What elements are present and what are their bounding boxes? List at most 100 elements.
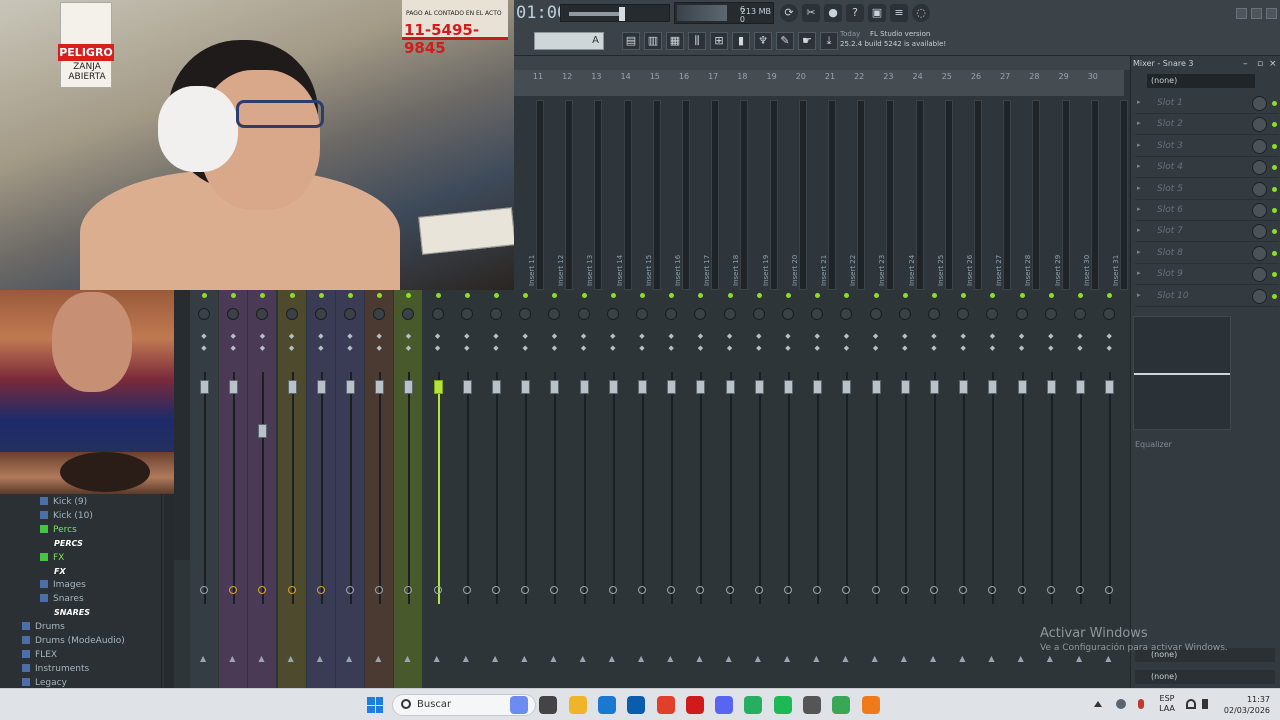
stereo-arrows-icon[interactable]: ◆ <box>1104 342 1114 354</box>
route-dot[interactable] <box>608 586 617 594</box>
insert-strip-track[interactable] <box>565 100 574 290</box>
send-arrow-icon[interactable]: ▲ <box>667 654 673 663</box>
insert-strip-track[interactable] <box>623 100 632 290</box>
plugin-icon[interactable]: ♆ <box>754 32 772 50</box>
volume-fader[interactable] <box>638 380 647 394</box>
volume-fader[interactable] <box>287 380 297 394</box>
route-dot[interactable] <box>638 586 646 594</box>
volume-fader[interactable] <box>579 380 589 394</box>
volume-fader[interactable] <box>375 380 385 394</box>
browser-item[interactable]: Images <box>40 578 86 592</box>
volume-fader[interactable] <box>959 380 969 394</box>
stereo-arrows-icon[interactable]: ◆ <box>666 342 676 354</box>
send-arrow-icon[interactable]: ▲ <box>842 654 848 663</box>
volume-fader[interactable] <box>813 380 823 394</box>
volume-fader[interactable] <box>900 380 910 394</box>
send-arrow-icon[interactable]: ▲ <box>930 654 936 663</box>
slot-enable-led[interactable] <box>1272 143 1277 149</box>
stereo-arrows-icon[interactable]: ◆ <box>1017 342 1027 354</box>
snap-selector[interactable]: A <box>534 32 604 50</box>
browser-item[interactable]: Instruments <box>22 662 89 676</box>
route-dot[interactable] <box>316 586 325 594</box>
insert-strip-track[interactable] <box>594 100 603 290</box>
stereo-arrows-icon[interactable]: ◆ <box>958 342 968 354</box>
stereo-arrows-icon[interactable]: ◆ <box>725 342 735 354</box>
browser-item[interactable]: Drums <box>22 620 65 634</box>
effect-slot[interactable]: ▸ Slot 7 <box>1135 222 1279 243</box>
app-window-icon[interactable] <box>803 696 821 714</box>
pan-knob[interactable] <box>1074 308 1086 320</box>
browser-item[interactable]: PERCS <box>54 537 83 551</box>
volume-fader[interactable] <box>1105 380 1115 394</box>
slot-mix-knob[interactable] <box>1252 160 1267 176</box>
route-dot[interactable] <box>346 586 354 594</box>
insert-strip-track[interactable] <box>944 100 953 290</box>
minimize-icon[interactable]: – <box>1243 59 1248 69</box>
stereo-arrows-icon[interactable]: ◆ <box>987 330 997 342</box>
channel-led[interactable] <box>1019 293 1025 298</box>
slot-enable-led[interactable] <box>1272 186 1277 192</box>
route-dot[interactable] <box>871 586 880 594</box>
volume-fader[interactable] <box>930 380 939 394</box>
chrome-icon[interactable] <box>832 696 851 714</box>
stereo-arrows-icon[interactable]: ◆ <box>287 330 297 342</box>
route-dot[interactable] <box>579 586 588 594</box>
send-arrow-icon[interactable]: ▲ <box>696 654 702 663</box>
volume-fader[interactable] <box>842 380 852 394</box>
stereo-arrows-icon[interactable]: ◆ <box>491 342 501 354</box>
slot-enable-led[interactable] <box>1272 122 1277 128</box>
effect-slot[interactable]: ▸ Slot 2 <box>1135 115 1279 136</box>
stereo-arrows-icon[interactable]: ◆ <box>345 342 355 354</box>
outlook-icon[interactable] <box>627 696 646 714</box>
volume-fader[interactable] <box>725 380 735 394</box>
browser-item[interactable]: Drums (ModeAudio) <box>22 634 125 648</box>
insert-strip-track[interactable] <box>769 100 778 290</box>
volume-fader[interactable] <box>754 380 764 394</box>
brave-icon[interactable] <box>656 696 675 714</box>
playlist-icon[interactable]: ▤ <box>622 32 640 50</box>
browser-item[interactable]: FLEX <box>22 648 57 662</box>
channel-led[interactable] <box>435 293 441 298</box>
send-arrow-icon[interactable]: ▲ <box>492 654 498 663</box>
stereo-arrows-icon[interactable]: ◆ <box>871 330 881 342</box>
send-arrow-icon[interactable]: ▲ <box>288 654 294 663</box>
insert-strip-track[interactable] <box>1003 100 1012 290</box>
stereo-arrows-icon[interactable]: ◆ <box>199 330 209 342</box>
slot-mix-knob[interactable] <box>1252 267 1267 283</box>
clock[interactable]: 11:37 02/03/2026 <box>1220 694 1270 716</box>
route-dot[interactable] <box>492 586 500 594</box>
volume-fader[interactable] <box>988 380 998 394</box>
stereo-arrows-icon[interactable]: ◆ <box>841 330 851 342</box>
stereo-arrows-icon[interactable]: ◆ <box>579 342 589 354</box>
send-arrow-icon[interactable]: ▲ <box>1076 654 1082 663</box>
send-arrow-icon[interactable]: ▲ <box>638 654 644 663</box>
insert-strip-track[interactable] <box>1032 100 1041 290</box>
pan-knob[interactable] <box>1044 308 1057 320</box>
slot-enable-led[interactable] <box>1272 165 1277 171</box>
file-explorer-icon[interactable] <box>568 696 587 714</box>
send-arrow-icon[interactable]: ▲ <box>229 654 235 663</box>
mixer-icon[interactable]: ≡ <box>890 4 908 22</box>
stereo-arrows-icon[interactable]: ◆ <box>228 330 238 342</box>
channel-led[interactable] <box>494 293 499 298</box>
browser-item[interactable]: Kick (10) <box>40 509 93 523</box>
send-arrow-icon[interactable]: ▲ <box>346 654 352 663</box>
pan-knob[interactable] <box>606 308 619 320</box>
volume-fader[interactable] <box>316 380 326 394</box>
volume-fader[interactable] <box>433 380 443 394</box>
channel-led[interactable] <box>1078 293 1083 298</box>
insert-strip-track[interactable] <box>1120 100 1128 290</box>
send-arrow-icon[interactable]: ▲ <box>901 654 907 663</box>
start-icon[interactable] <box>367 697 383 713</box>
stereo-arrows-icon[interactable]: ◆ <box>433 330 443 342</box>
stereo-arrows-icon[interactable]: ◆ <box>520 342 530 354</box>
stereo-arrows-icon[interactable]: ◆ <box>637 330 647 342</box>
cut-icon[interactable]: ✂ <box>802 4 820 22</box>
volume-fader[interactable] <box>1076 380 1085 394</box>
stereo-arrows-icon[interactable]: ◆ <box>754 330 764 342</box>
volume-fader[interactable] <box>608 380 618 394</box>
pan-knob[interactable] <box>1015 308 1028 320</box>
send-arrow-icon[interactable]: ▲ <box>200 654 206 663</box>
stereo-arrows-icon[interactable]: ◆ <box>374 330 384 342</box>
microphone-icon[interactable]: ● <box>824 4 842 22</box>
